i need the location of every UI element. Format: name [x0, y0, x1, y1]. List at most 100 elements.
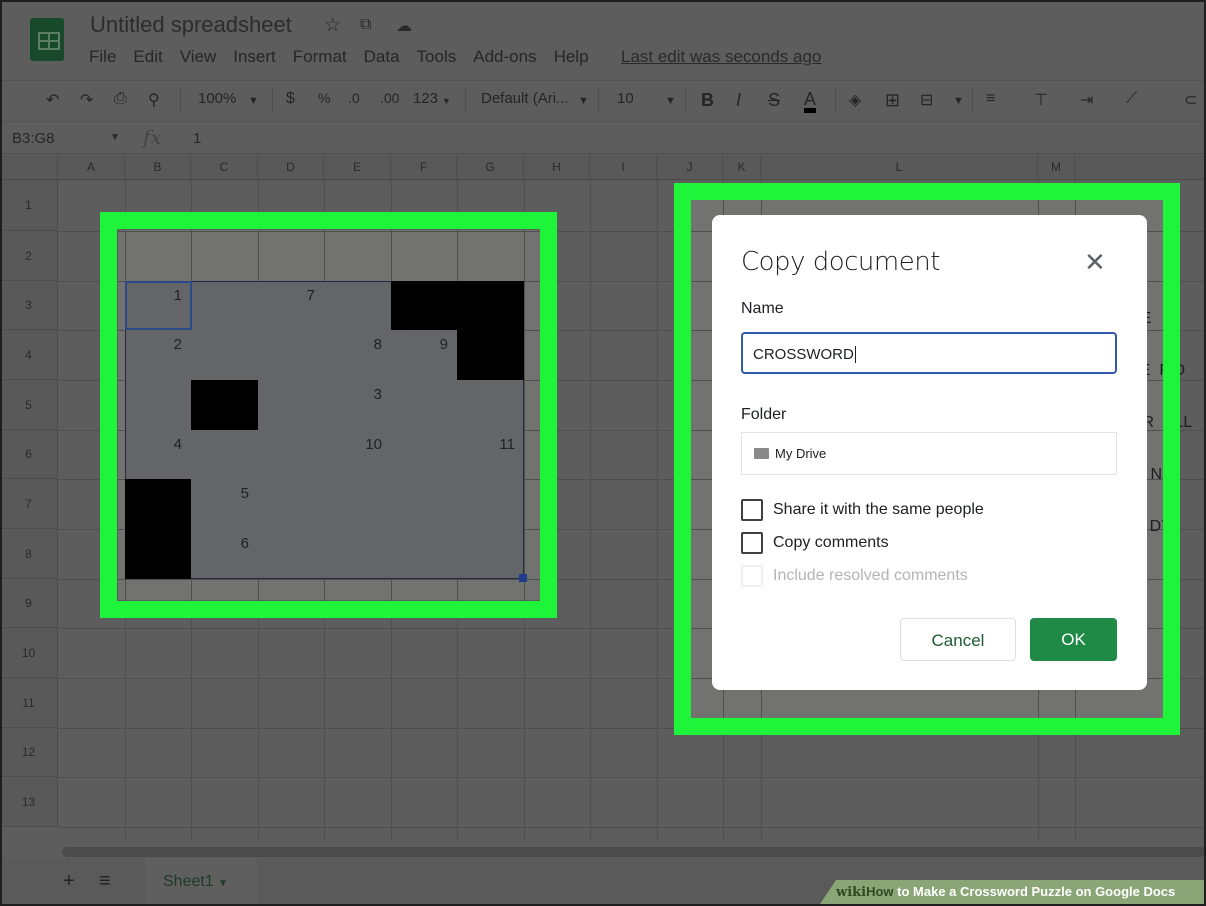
last-edit-link[interactable]: Last edit was seconds ago [621, 47, 821, 67]
fill-color-icon[interactable]: ◈ [849, 90, 861, 110]
row-header-11[interactable]: 11 [0, 678, 58, 728]
share-checkbox[interactable]: Share it with the same people [741, 499, 984, 521]
row-header-12[interactable]: 12 [0, 728, 58, 777]
borders-icon[interactable]: ⊞ [885, 90, 900, 111]
checkbox-icon[interactable] [741, 532, 763, 554]
menu-format[interactable]: Format [293, 47, 347, 67]
column-header-A[interactable]: A [58, 155, 125, 180]
redo-icon[interactable]: ↷ [80, 90, 93, 110]
percent-button[interactable]: % [318, 90, 330, 106]
cancel-button[interactable]: Cancel [900, 618, 1016, 661]
menu-edit[interactable]: Edit [133, 47, 162, 67]
sheet-tab-label: Sheet1 [163, 873, 214, 890]
menu-data[interactable]: Data [364, 47, 400, 67]
cloud-saved-icon[interactable]: ☁ [396, 16, 412, 36]
bold-button[interactable]: B [701, 90, 714, 111]
decrease-decimal-button[interactable]: .0 [348, 90, 360, 106]
print-icon[interactable]: ⎙ [114, 90, 127, 108]
column-header-E[interactable]: E [324, 155, 391, 180]
menu-add-ons[interactable]: Add-ons [473, 47, 536, 67]
doc-title[interactable]: Untitled spreadsheet [90, 12, 292, 38]
add-sheet-button[interactable]: + [63, 870, 75, 893]
row-header-6[interactable]: 6 [0, 430, 58, 479]
name-box[interactable]: B3:G8 [12, 130, 55, 147]
row-header-1[interactable]: 1 [0, 180, 58, 231]
horizontal-scrollbar[interactable] [62, 847, 1206, 857]
zoom-select[interactable]: 100% [198, 90, 236, 107]
all-sheets-button[interactable]: ≡ [99, 870, 111, 893]
column-header-M[interactable]: M [1038, 155, 1075, 180]
menu-help[interactable]: Help [554, 47, 589, 67]
name-input[interactable]: CROSSWORD [741, 332, 1117, 374]
number-format-dropdown-icon[interactable]: ▼ [442, 96, 451, 106]
row-header-3[interactable]: 3 [0, 281, 58, 330]
close-icon[interactable]: ✕ [1084, 247, 1106, 278]
copy-comments-checkbox[interactable]: Copy comments [741, 532, 889, 554]
row-header-10[interactable]: 10 [0, 628, 58, 678]
increase-decimal-button[interactable]: .00 [380, 90, 399, 106]
name-box-dropdown-icon[interactable]: ▼ [110, 132, 120, 143]
sheets-logo[interactable] [30, 18, 64, 61]
gridline [657, 180, 658, 840]
column-header-I[interactable]: I [590, 155, 657, 180]
horizontal-align-icon[interactable]: ≡ [986, 90, 995, 108]
column-header-L[interactable]: L [761, 155, 1038, 180]
menu-insert[interactable]: Insert [233, 47, 276, 67]
text-color-button[interactable]: A [804, 90, 817, 113]
vertical-align-icon[interactable]: ⊤ [1034, 90, 1048, 110]
move-to-folder-icon[interactable]: ⧉ [360, 16, 371, 34]
folder-value: My Drive [775, 446, 827, 461]
row-header-8[interactable]: 8 [0, 529, 58, 579]
text-wrap-icon[interactable]: ⇥ [1080, 90, 1093, 110]
column-header-G[interactable]: G [457, 155, 524, 180]
ok-button[interactable]: OK [1030, 618, 1117, 661]
name-input-value: CROSSWORD [753, 346, 854, 363]
column-header-F[interactable]: F [391, 155, 457, 180]
column-header-H[interactable]: H [524, 155, 590, 180]
row-header-5[interactable]: 5 [0, 380, 58, 430]
row-header-7[interactable]: 7 [0, 479, 58, 529]
fx-icon: fx [143, 125, 162, 149]
italic-button[interactable]: I [736, 90, 741, 111]
star-icon[interactable]: ☆ [324, 14, 341, 37]
row-header-13[interactable]: 13 [0, 777, 58, 827]
column-header-B[interactable]: B [125, 155, 191, 180]
paint-format-icon[interactable]: ⚲ [148, 90, 160, 110]
dialog-title: Copy document [741, 247, 940, 277]
link-icon[interactable]: ⊂ [1184, 90, 1197, 110]
menu-file[interactable]: File [89, 47, 116, 67]
sheet-tab-sheet1[interactable]: Sheet1 ▼ [145, 858, 257, 904]
column-header-D[interactable]: D [258, 155, 324, 180]
row-header-4[interactable]: 4 [0, 330, 58, 380]
select-all-corner[interactable] [0, 155, 58, 180]
column-header-J[interactable]: J [657, 155, 723, 180]
font-size-dropdown-icon[interactable]: ▼ [665, 95, 676, 107]
copy-comments-label: Copy comments [773, 534, 889, 551]
sheet-tab-dropdown-icon[interactable]: ▼ [218, 878, 228, 889]
currency-button[interactable]: $ [286, 90, 295, 108]
column-header-n[interactable] [1075, 155, 1206, 180]
row-header-9[interactable]: 9 [0, 579, 58, 628]
font-select[interactable]: Default (Ari... [481, 90, 569, 107]
zoom-dropdown-icon[interactable]: ▼ [248, 95, 259, 107]
menu-tools[interactable]: Tools [417, 47, 457, 67]
strikethrough-button[interactable]: S [768, 90, 780, 111]
font-size-select[interactable]: 10 [617, 90, 634, 107]
checkbox-icon[interactable] [741, 499, 763, 521]
gridline [590, 180, 591, 840]
column-header-K[interactable]: K [723, 155, 761, 180]
undo-icon[interactable]: ↶ [46, 90, 59, 110]
share-checkbox-label: Share it with the same people [773, 501, 984, 518]
text-rotation-icon[interactable]: ⟋ [1126, 90, 1137, 108]
column-header-C[interactable]: C [191, 155, 258, 180]
folder-picker[interactable]: My Drive [741, 432, 1117, 475]
row-header-2[interactable]: 2 [0, 231, 58, 281]
number-format-button[interactable]: 123 [413, 90, 438, 107]
green-highlight-box-crossword [100, 212, 557, 618]
formula-input[interactable]: 1 [193, 130, 201, 147]
menu-view[interactable]: View [180, 47, 217, 67]
font-dropdown-icon[interactable]: ▼ [578, 95, 589, 107]
merge-cells-icon[interactable]: ⊟ [920, 90, 933, 110]
merge-dropdown-icon[interactable]: ▼ [953, 95, 964, 107]
copy-document-dialog: Copy document ✕ Name CROSSWORD Folder My… [712, 215, 1147, 690]
